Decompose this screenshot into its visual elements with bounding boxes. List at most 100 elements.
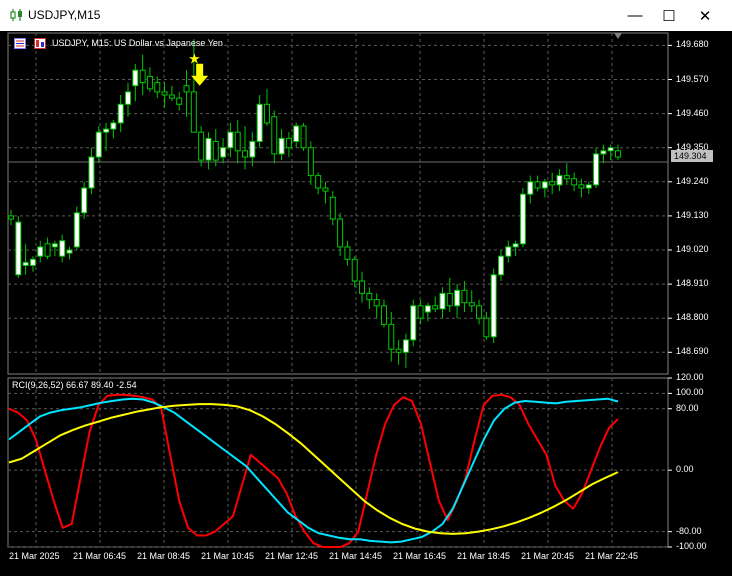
candle-body	[454, 289, 461, 307]
candle-body	[380, 305, 387, 325]
signal-star-icon: ★	[188, 52, 201, 68]
price-tick-label: 149.680	[676, 39, 709, 50]
candle-body	[132, 69, 139, 87]
candle-body	[29, 258, 36, 266]
candle-body	[402, 339, 409, 353]
candle-body	[300, 125, 307, 149]
candle-body	[190, 91, 197, 133]
candle-body	[534, 181, 541, 189]
candle-body	[512, 243, 519, 248]
candle-body	[256, 103, 263, 143]
candle-body	[242, 150, 249, 158]
time-tick-label: 21 Mar 12:45	[265, 551, 319, 561]
candle-body	[227, 131, 234, 149]
price-tick-label: 149.460	[676, 107, 709, 118]
candle-body	[373, 299, 380, 307]
candle-body	[315, 175, 322, 189]
candle-body	[59, 240, 66, 257]
candle-body	[337, 218, 344, 248]
price-tick-label: 148.800	[676, 312, 709, 323]
time-tick-label: 21 Mar 18:45	[457, 551, 511, 561]
candle-body	[139, 69, 146, 84]
time-tick-label: 21 Mar 10:45	[201, 551, 255, 561]
candle-body	[73, 212, 80, 248]
candle-body	[44, 243, 51, 257]
candle-body	[88, 156, 95, 189]
candle-body	[578, 184, 585, 189]
chart-shift-marker-icon	[614, 33, 622, 39]
candle-body	[81, 187, 88, 214]
candle-body	[146, 75, 153, 90]
candle-body	[125, 91, 132, 105]
candle-body	[66, 249, 73, 254]
candle-body	[344, 246, 351, 260]
current-price-badge: 149.304	[671, 150, 713, 162]
price-tick-label: 149.130	[676, 209, 709, 220]
candle-body	[468, 302, 475, 307]
candle-body	[549, 181, 556, 186]
chart-canvas[interactable]: ★	[0, 0, 732, 576]
time-tick-label: 21 Mar 14:45	[329, 551, 383, 561]
candle-body	[527, 181, 534, 195]
candle-body	[366, 292, 373, 301]
candle-body	[51, 243, 58, 248]
candle-body	[322, 187, 329, 192]
indicator-panel-frame	[7, 377, 669, 548]
time-tick-label: 21 Mar 16:45	[393, 551, 447, 561]
candle-body	[271, 116, 278, 155]
candle-body	[395, 348, 402, 353]
candle-body	[8, 215, 14, 220]
candle-body	[205, 137, 212, 161]
candle-body	[446, 292, 453, 307]
price-tick-label: 148.910	[676, 278, 709, 289]
candle-body	[110, 122, 117, 130]
candle-body	[198, 131, 205, 161]
candle-body	[439, 292, 446, 310]
candle-body	[278, 137, 285, 155]
rci-tick-label: 0.00	[676, 464, 694, 475]
candle-body	[22, 261, 29, 266]
candle-body	[329, 196, 336, 220]
indicator-label: RCI(9,26,52) 66.67 89.40 -2.54	[12, 380, 137, 390]
candle-body	[351, 258, 358, 282]
candle-body	[424, 305, 431, 313]
candle-body	[593, 153, 600, 186]
candle-body	[117, 103, 124, 124]
candle-body	[410, 305, 417, 341]
candle-body	[95, 131, 102, 158]
candle-body	[432, 305, 439, 310]
candle-body	[307, 147, 314, 177]
candle-body	[212, 141, 219, 161]
time-tick-label: 21 Mar 2025	[9, 551, 60, 561]
rci-tick-label: 120.00	[676, 372, 704, 382]
chart-properties-icon[interactable]	[34, 38, 46, 49]
time-tick-label: 21 Mar 22:45	[585, 551, 639, 561]
chart-list-icon[interactable]	[14, 38, 26, 49]
candle-body	[476, 305, 483, 319]
candle-body	[556, 175, 563, 186]
candle-body	[183, 85, 190, 93]
candle-body	[359, 280, 366, 294]
candle-body	[103, 128, 110, 133]
price-tick-label: 149.020	[676, 244, 709, 254]
rci-tick-label: 100.00	[676, 387, 704, 398]
candle-body	[263, 103, 270, 124]
candle-body	[505, 246, 512, 257]
candle-body	[234, 131, 241, 152]
candle-body	[285, 137, 292, 149]
candle-body	[483, 317, 490, 338]
candle-body	[15, 221, 22, 276]
candle-body	[388, 323, 395, 350]
price-tick-label: 149.240	[676, 175, 709, 186]
candle-body	[417, 305, 424, 319]
candle-body	[249, 141, 256, 158]
rci-tick-label: -80.00	[676, 525, 702, 536]
candle-body	[541, 181, 548, 189]
price-tick-label: 149.570	[676, 73, 709, 84]
candle-body	[154, 82, 161, 93]
time-tick-label: 21 Mar 20:45	[521, 551, 575, 561]
time-tick-label: 21 Mar 08:45	[137, 551, 191, 561]
candle-body	[607, 147, 614, 152]
candle-body	[176, 97, 183, 105]
candle-body	[161, 91, 168, 96]
